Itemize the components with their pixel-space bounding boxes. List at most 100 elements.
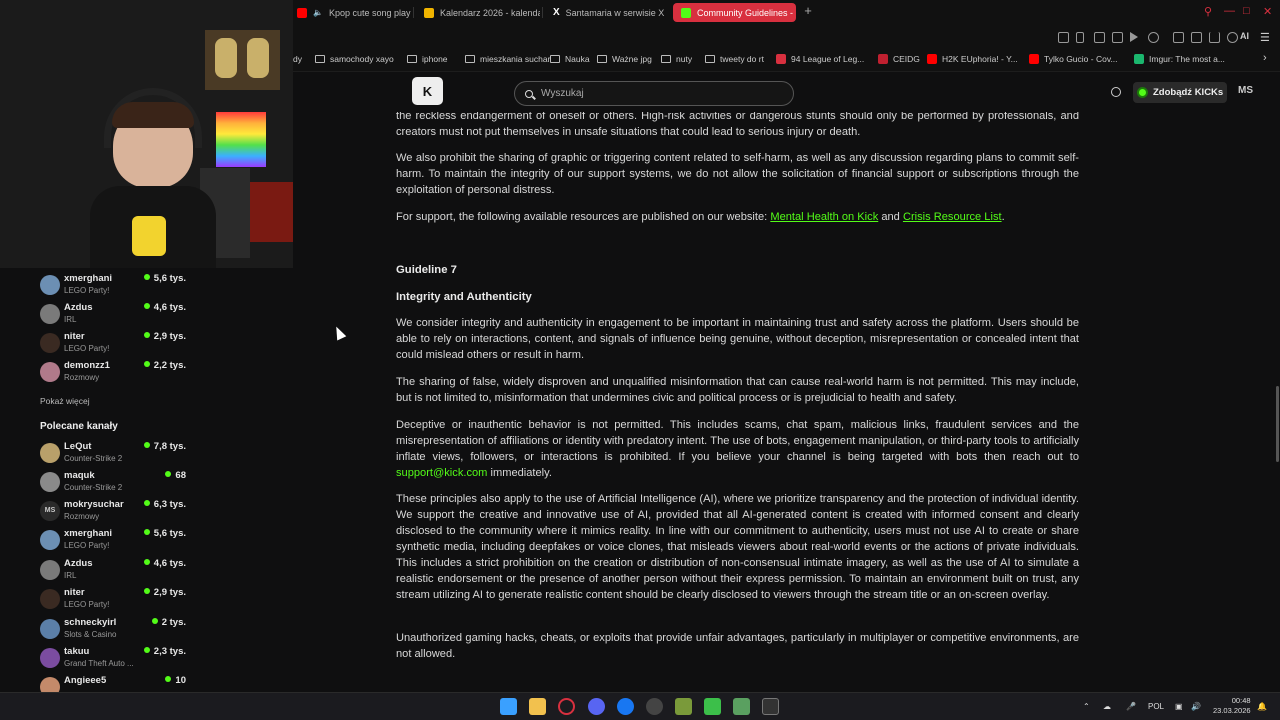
vpn-icon[interactable] — [1112, 32, 1123, 43]
file-explorer-icon[interactable] — [529, 698, 546, 715]
channel-avatar — [40, 560, 60, 580]
tab-kalendarz[interactable]: Kalendarz 2026 - kalenda — [416, 3, 540, 22]
viewer-count-label: 2,9 tys. — [153, 587, 186, 598]
tab-kpop[interactable]: 🔈 Kpop cute song playlis — [289, 3, 411, 22]
share-icon[interactable] — [1227, 32, 1238, 43]
channel-item[interactable]: MS mokrysuchar Rozmowy 6,3 tys. — [40, 499, 190, 525]
sidebar-toggle-icon[interactable] — [1058, 32, 1069, 43]
live-dot-icon — [143, 303, 150, 309]
bookmark-dy[interactable]: dy — [293, 54, 302, 64]
kicks-coin-icon — [1137, 87, 1148, 98]
snapshot-icon[interactable] — [1094, 32, 1105, 43]
tab-santamaria[interactable]: X Santamaria w serwisie X: — [545, 3, 665, 22]
crisis-resource-link[interactable]: Crisis Resource List — [903, 211, 1002, 223]
windows-start-icon[interactable] — [500, 698, 517, 715]
bookmark-tweety[interactable]: tweety do rt — [705, 54, 764, 64]
tray-chevron-icon[interactable]: ⌃ — [1083, 702, 1090, 711]
mental-health-link[interactable]: Mental Health on Kick — [770, 211, 878, 223]
bookmark-wazne-jpg[interactable]: Ważne jpg — [597, 54, 652, 64]
kick-header: K Wyszukaj Zdobądź KICKs MS — [293, 72, 1280, 112]
new-tab-button[interactable]: + — [801, 4, 815, 18]
channel-item[interactable]: takuu Grand Theft Auto ... 2,3 tys. — [40, 646, 190, 672]
bookmark-ceidg[interactable]: CEIDG — [878, 54, 920, 64]
ai-button[interactable]: AI — [1240, 31, 1249, 41]
language-indicator[interactable]: POL — [1148, 702, 1164, 711]
minecraft-icon[interactable] — [675, 698, 692, 715]
heart-icon[interactable] — [1148, 32, 1159, 43]
tab-label: Santamaria w serwisie X: — [565, 7, 665, 18]
green-cube-icon[interactable] — [704, 698, 721, 715]
tab-separator — [413, 7, 414, 18]
channel-item[interactable]: Angieee5 10 — [40, 675, 190, 692]
bookmark-iphone[interactable]: iphone — [407, 54, 448, 64]
viewer-count: 10 — [165, 675, 186, 686]
opera-gx-icon[interactable] — [558, 698, 575, 715]
folder-icon — [465, 55, 475, 63]
channel-item[interactable]: xmerghani LEGO Party! 5,6 tys. — [40, 273, 190, 299]
bookmark-imgur[interactable]: Imgur: The most a... — [1134, 54, 1225, 64]
channel-item[interactable]: xmerghani LEGO Party! 5,6 tys. — [40, 528, 190, 554]
display-icon[interactable]: ▣ — [1175, 702, 1183, 711]
easy-files-icon[interactable] — [1191, 32, 1202, 43]
search-placeholder: Wyszukaj — [541, 88, 584, 99]
play-icon[interactable] — [1130, 32, 1138, 42]
paragraph-hacks: Unauthorized gaming hacks, cheats, or ex… — [396, 632, 1079, 660]
channel-item[interactable]: Azdus IRL 4,6 tys. — [40, 302, 190, 328]
scrollbar-thumb[interactable] — [1276, 386, 1279, 462]
bookmark-icon[interactable] — [1076, 32, 1084, 43]
bookmark-h2k[interactable]: H2K EUphoria! - Y... — [927, 54, 1018, 64]
channel-item[interactable]: niter LEGO Party! 2,9 tys. — [40, 587, 190, 613]
channel-item[interactable]: schneckyirl Slots & Casino 2 tys. — [40, 617, 190, 643]
bookmark-samochody[interactable]: samochody xayo — [315, 54, 394, 64]
recommended-heading: Polecane kanały — [40, 421, 118, 432]
search-input[interactable]: Wyszukaj — [514, 81, 794, 106]
facebook-icon[interactable] — [617, 698, 634, 715]
network-icon[interactable]: ☁ — [1103, 702, 1111, 711]
bookmark-mieszkania[interactable]: mieszkania suchar — [465, 54, 550, 64]
discord-icon[interactable] — [588, 698, 605, 715]
tab-community-guidelines[interactable]: Community Guidelines - K — [673, 3, 796, 22]
volume-icon[interactable]: 🔊 — [1191, 702, 1201, 711]
support-email-link[interactable]: support@kick.com — [396, 467, 487, 479]
folder-icon — [661, 55, 671, 63]
channel-item[interactable]: maquk Counter-Strike 2 68 — [40, 470, 190, 496]
refresh-icon[interactable] — [1111, 87, 1121, 97]
show-more-link[interactable]: Pokaż więcej — [40, 396, 90, 406]
viewer-count: 4,6 tys. — [143, 558, 186, 569]
extensions-icon[interactable] — [1173, 32, 1184, 43]
maximize-icon[interactable]: □ — [1243, 5, 1250, 17]
viewer-count-label: 6,3 tys. — [153, 499, 186, 510]
minimize-icon[interactable]: — — [1224, 5, 1235, 17]
obs-icon[interactable] — [646, 698, 663, 715]
bookmark-tylko-gucio[interactable]: Tylko Gucio - Cov... — [1029, 54, 1118, 64]
menu-icon[interactable]: ☰ — [1260, 31, 1270, 44]
download-icon[interactable] — [1209, 32, 1220, 43]
paragraph-self-harm: We also prohibit the sharing of graphic … — [396, 152, 1079, 196]
bookmark-league[interactable]: 94 League of Leg... — [776, 54, 864, 64]
channel-item[interactable]: niter LEGO Party! 2,9 tys. — [40, 331, 190, 357]
system-clock[interactable]: 00:48 23.03.2026 — [1213, 696, 1251, 716]
green-cube-2-icon[interactable] — [733, 698, 750, 715]
search-tabs-icon[interactable]: ⚲ — [1204, 5, 1212, 18]
channel-item[interactable]: LeQut Counter-Strike 2 7,8 tys. — [40, 441, 190, 467]
notification-bell-icon[interactable]: 🔔 — [1257, 702, 1267, 711]
kick-icon — [681, 7, 691, 18]
close-icon[interactable]: ✕ — [1263, 5, 1272, 18]
get-kicks-button[interactable]: Zdobądź KICKs — [1133, 82, 1227, 103]
kick-logo[interactable]: K — [412, 77, 443, 105]
kicks-button-label: Zdobądź KICKs — [1153, 87, 1224, 98]
bookmark-nuty[interactable]: nuty — [661, 54, 692, 64]
channel-item[interactable]: demonzz1 Rozmowy 2,2 tys. — [40, 360, 190, 386]
bookmark-label: Tylko Gucio - Cov... — [1044, 54, 1118, 64]
microphone-icon[interactable]: 🎤 — [1126, 702, 1136, 711]
live-dot-icon — [143, 500, 150, 506]
channel-avatar — [40, 530, 60, 550]
user-avatar[interactable]: MS — [1238, 85, 1253, 96]
more-bookmarks-icon[interactable]: › — [1263, 52, 1267, 64]
folder-icon — [550, 55, 560, 63]
terminal-icon[interactable] — [762, 698, 779, 715]
channel-avatar — [40, 648, 60, 668]
bookmark-nauka[interactable]: Nauka — [550, 54, 590, 64]
windows-taskbar: ⌃ ☁ 🎤 POL ▣ 🔊 00:48 23.03.2026 🔔 — [0, 692, 1280, 720]
channel-item[interactable]: Azdus IRL 4,6 tys. — [40, 558, 190, 584]
